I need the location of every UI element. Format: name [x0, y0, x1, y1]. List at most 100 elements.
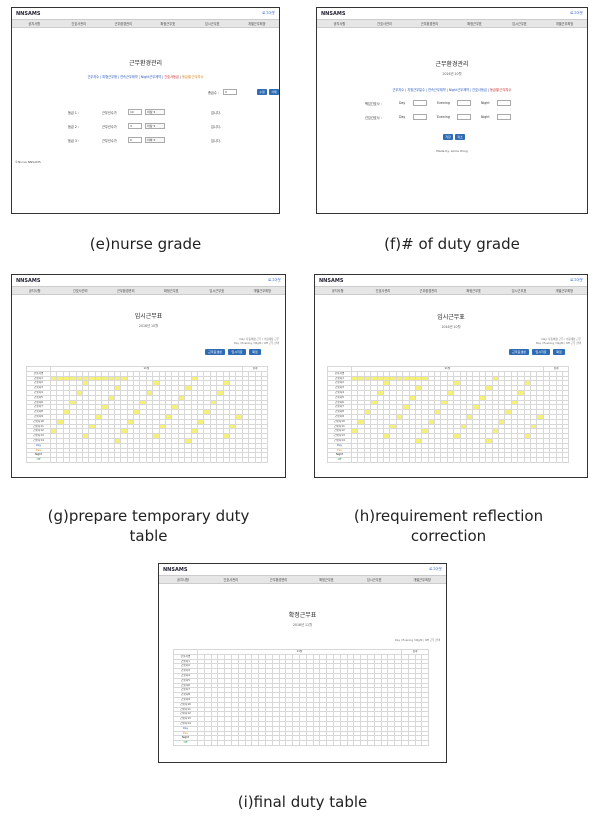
nav-individual-request[interactable]: 개별근무희망 — [398, 576, 446, 583]
logout-link[interactable]: 로그아웃 — [570, 278, 583, 283]
env-tab-link[interactable]: 간호사등급 — [164, 75, 179, 79]
page-title: 확정근무표 — [288, 612, 317, 619]
edit-button[interactable]: 수정 — [257, 89, 267, 95]
grade-label: 책임간호사 : — [365, 101, 382, 106]
nav-notice[interactable]: 공지사항 — [159, 576, 207, 583]
generate-button[interactable]: 근무표생성 — [205, 349, 225, 355]
nav-nurse-manage[interactable]: 간호사관리 — [207, 576, 255, 583]
evening-count-input[interactable] — [457, 100, 471, 106]
nav-temp-table[interactable]: 임시근무표 — [190, 20, 235, 27]
month-selector[interactable]: 2016년 10월 — [315, 324, 587, 329]
nav-final-table[interactable]: 확정근무표 — [451, 287, 496, 294]
nav-nurse-manage[interactable]: 간호사관리 — [57, 20, 102, 27]
years-input[interactable]: 10 — [128, 109, 142, 115]
env-tab-link[interactable]: 지정근무일수 — [407, 88, 425, 92]
logout-link[interactable]: 로그아웃 — [268, 278, 281, 283]
nav-environment[interactable]: 근무환경관리 — [103, 287, 149, 294]
nav-final-table[interactable]: 확정근무표 — [452, 20, 497, 27]
day-label: Day — [399, 115, 406, 119]
logout-link[interactable]: 로그아웃 — [429, 567, 442, 572]
night-count-input[interactable] — [497, 100, 511, 106]
grade-count-input[interactable]: 3 — [222, 89, 237, 95]
app-logo: NNSAMS — [16, 278, 41, 284]
comparison-select[interactable]: 이상 ▾ — [145, 109, 165, 115]
generate-button[interactable]: 근무표생성 — [509, 349, 529, 355]
month-selector[interactable]: 2016년 11월 — [159, 622, 446, 627]
years-input[interactable]: 0 — [128, 137, 142, 143]
summary-cell — [346, 740, 355, 746]
env-tab-link[interactable]: 연속근무제약 — [120, 75, 138, 79]
nav-environment[interactable]: 근무환경관리 — [407, 20, 452, 27]
footer: ©Nurse NNSAMS — [15, 160, 41, 164]
month-selector[interactable]: 2016년 10월 — [12, 323, 285, 328]
save-button[interactable]: 저장 — [443, 134, 453, 140]
nav-individual-request[interactable]: 개별근무희망 — [240, 287, 286, 294]
env-tab-link[interactable]: Night근무제약 — [449, 88, 469, 92]
temp-save-button[interactable]: 임시저장 — [532, 349, 550, 355]
evening-count-input[interactable] — [457, 114, 471, 120]
cancel-button[interactable]: 취소 — [455, 134, 465, 140]
comparison-select[interactable]: 이하 ▾ — [145, 137, 165, 143]
month-selector[interactable]: 2016년 10월 — [317, 71, 587, 76]
grade-duty-row: 책임간호사 : Day Evening Night — [365, 100, 511, 106]
nav-temp-table[interactable]: 임시근무표 — [194, 287, 240, 294]
main-nav: 공지사항 간호사관리 근무환경관리 확정근무표 임시근무표 개별근무희망 — [159, 575, 446, 584]
day-count-input[interactable] — [413, 114, 427, 120]
summary-cell — [264, 740, 273, 746]
nav-individual-request[interactable]: 개별근무희망 — [542, 287, 587, 294]
comparison-value: 이하 — [147, 138, 153, 142]
app-logo: NNSAMS — [163, 567, 188, 573]
summary-cell — [366, 740, 375, 746]
nav-final-table[interactable]: 확정근무표 — [146, 20, 191, 27]
grade-row: 등급 1 : 근무년수가 10 이상 ▾ 입니다. — [68, 109, 221, 115]
nav-notice[interactable]: 공지사항 — [315, 287, 360, 294]
nav-environment[interactable]: 근무환경관리 — [406, 287, 451, 294]
nav-individual-request[interactable]: 개별근무희망 — [235, 20, 280, 27]
nav-nurse-manage[interactable]: 간호사관리 — [362, 20, 407, 27]
nav-final-table[interactable]: 확정근무표 — [149, 287, 195, 294]
summary-cell — [312, 740, 321, 746]
grade-suffix: 입니다. — [211, 124, 221, 129]
night-label: Night — [481, 101, 490, 105]
env-tab-link[interactable]: 피형근무형 — [102, 75, 117, 79]
confirm-button[interactable]: 확정 — [553, 349, 565, 355]
nav-notice[interactable]: 공지사항 — [12, 287, 58, 294]
env-tab-link[interactable]: 근무자수 — [87, 75, 99, 79]
nav-final-table[interactable]: 확정근무표 — [302, 576, 350, 583]
summary-cell — [285, 740, 294, 746]
nav-notice[interactable]: 공지사항 — [12, 20, 57, 27]
comparison-select[interactable]: 이상 ▾ — [145, 123, 165, 129]
summary-cell — [394, 740, 402, 746]
env-tab-link[interactable]: 연속근무제약 — [428, 88, 446, 92]
summary-cell — [298, 740, 307, 746]
night-count-input[interactable] — [497, 114, 511, 120]
nav-nurse-manage[interactable]: 간호사관리 — [360, 287, 405, 294]
page-title: 임시근무표 — [437, 314, 465, 321]
nav-nurse-manage[interactable]: 간호사관리 — [58, 287, 104, 294]
env-tab-link[interactable]: 간호사등급 — [472, 88, 487, 92]
nav-environment[interactable]: 근무환경관리 — [101, 20, 146, 27]
env-tab-link[interactable]: 등급별 근무자수 — [182, 75, 204, 79]
logout-link[interactable]: 로그아웃 — [570, 11, 583, 16]
legend-line-2: Day / Evening / Night / Off 근무 선택 — [535, 342, 581, 345]
env-tab-link[interactable]: 등급별 근무자수 — [490, 88, 512, 92]
logout-link[interactable]: 로그아웃 — [262, 11, 275, 16]
confirm-button[interactable]: 확정 — [249, 349, 261, 355]
env-tab-link[interactable]: Night근무제약 — [141, 75, 161, 79]
temp-save-button[interactable]: 임시저장 — [228, 349, 246, 355]
day-count-input[interactable] — [413, 100, 427, 106]
grade-field-label: 근무년수가 — [102, 110, 117, 115]
grade-label: 등급 2 : — [68, 124, 79, 129]
summary-cell — [414, 740, 423, 746]
nav-individual-request[interactable]: 개별근무희망 — [542, 20, 587, 27]
years-input[interactable]: 3 — [128, 123, 142, 129]
env-tab-link[interactable]: 근무자수 — [392, 88, 404, 92]
nav-temp-table[interactable]: 임시근무표 — [496, 287, 541, 294]
nav-notice[interactable]: 공지사항 — [317, 20, 362, 27]
duty-table: 11월 합계 간호사명 간호사1 간호사2 간호사3 간호사4 간호사5 간호사6 간호사7 간호사… — [327, 366, 570, 463]
delete-button[interactable]: 삭제 — [269, 89, 279, 95]
nav-temp-table[interactable]: 임시근무표 — [497, 20, 542, 27]
nav-temp-table[interactable]: 임시근무표 — [350, 576, 398, 583]
summary-cell — [360, 740, 368, 746]
nav-environment[interactable]: 근무환경관리 — [255, 576, 303, 583]
